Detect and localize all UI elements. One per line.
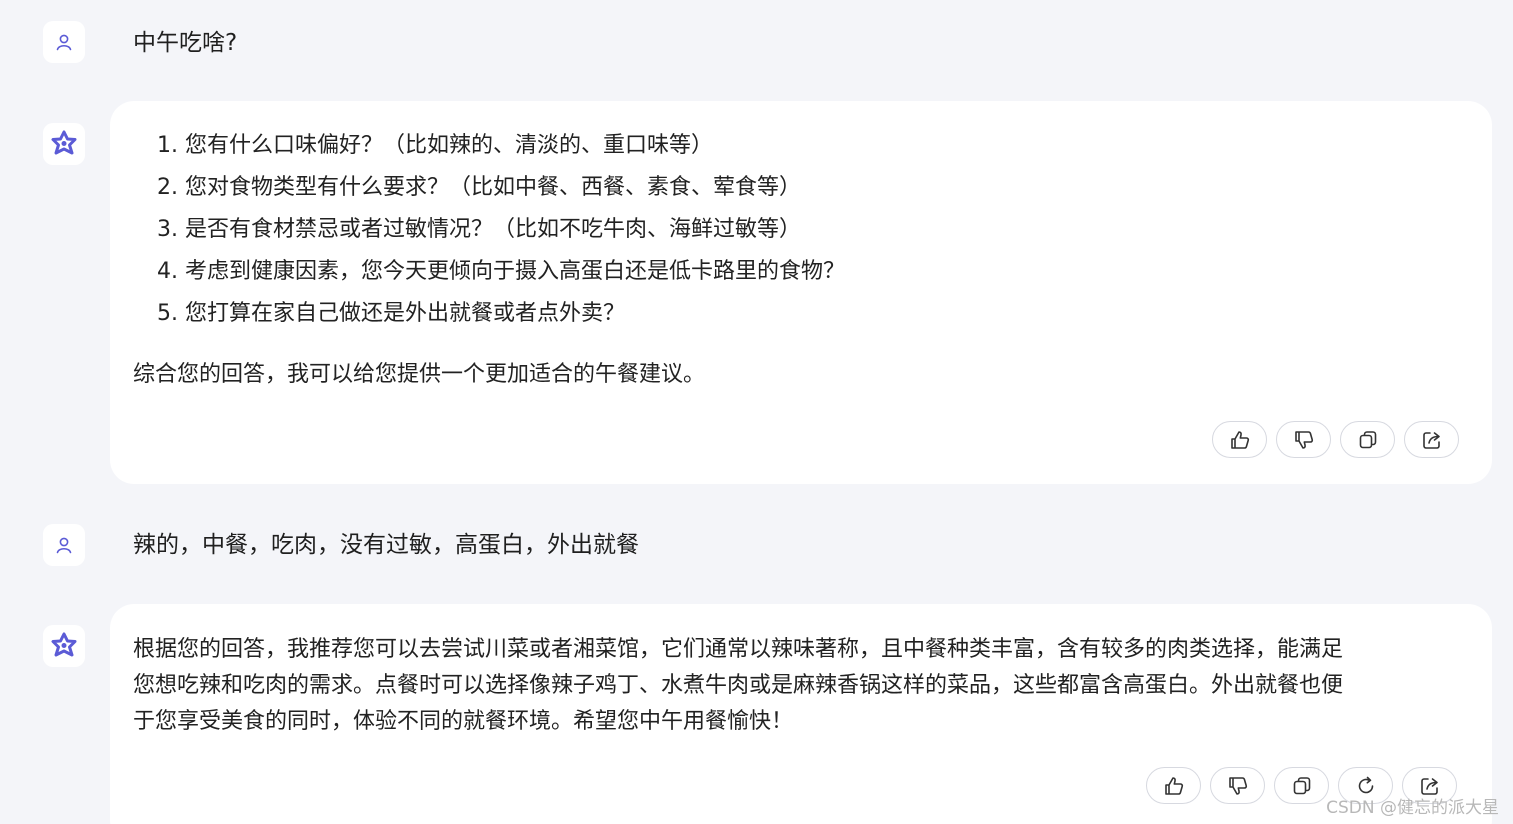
assistant-avatar xyxy=(43,625,85,667)
user-icon xyxy=(56,34,72,51)
share-button[interactable] xyxy=(1404,421,1459,458)
answer-line: 根据您的回答，我推荐您可以去尝试川菜或者湘菜馆，它们通常以辣味著称，且中餐种类丰… xyxy=(133,637,1344,662)
list-item: 2. 您对食物类型有什么要求？（比如中餐、西餐、素食、荤食等） xyxy=(157,175,801,200)
copy-icon xyxy=(1293,776,1310,794)
like-button[interactable] xyxy=(1146,767,1201,804)
watermark: CSDN @健忘的派大星 xyxy=(1326,798,1499,818)
copy-button[interactable] xyxy=(1274,767,1329,804)
assistant-logo-icon xyxy=(51,632,77,657)
like-button[interactable] xyxy=(1212,421,1267,458)
answer-line: 您想吃辣和吃肉的需求。点餐时可以选择像辣子鸡丁、水煮牛肉或是麻辣香锅这样的菜品，… xyxy=(133,673,1344,698)
dislike-button[interactable] xyxy=(1276,421,1331,458)
answer-line: 于您享受美食的同时，体验不同的就餐环境。希望您中午用餐愉快！ xyxy=(133,709,794,734)
assistant-logo-icon xyxy=(51,130,77,155)
user-message: 中午吃啥? xyxy=(133,30,238,56)
user-avatar xyxy=(43,524,85,566)
assistant-answer: 根据您的回答，我推荐您可以去尝试川菜或者湘菜馆，它们通常以辣味著称，且中餐种类丰… xyxy=(133,632,1343,740)
user-message: 辣的，中餐，吃肉，没有过敏，高蛋白，外出就餐 xyxy=(133,532,639,558)
copy-icon xyxy=(1359,430,1376,448)
thumbs-up-icon xyxy=(1164,776,1183,795)
dislike-button[interactable] xyxy=(1210,767,1265,804)
assistant-summary: 综合您的回答，我可以给您提供一个更加适合的午餐建议。 xyxy=(133,362,706,387)
user-avatar xyxy=(43,21,85,63)
thumbs-down-icon xyxy=(1294,430,1313,449)
question-list: 1. 您有什么口味偏好？（比如辣的、清淡的、重口味等） 2. 您对食物类型有什么… xyxy=(157,125,845,335)
list-item: 1. 您有什么口味偏好？（比如辣的、清淡的、重口味等） xyxy=(157,133,713,158)
chat-page: 中午吃啥? 1. 您有什么口味偏好？（比如辣的、清淡的、重口味等） 2. 您对食… xyxy=(0,0,1513,824)
list-item: 5. 您打算在家自己做还是外出就餐或者点外卖？ xyxy=(157,301,625,326)
assistant-avatar xyxy=(43,123,85,165)
thumbs-down-icon xyxy=(1228,776,1247,795)
user-icon xyxy=(56,537,72,554)
list-item: 3. 是否有食材禁忌或者过敏情况？（比如不吃牛肉、海鲜过敏等） xyxy=(157,217,801,242)
list-item: 4. 考虑到健康因素，您今天更倾向于摄入高蛋白还是低卡路里的食物？ xyxy=(157,259,845,284)
message-actions xyxy=(1212,421,1459,458)
share-icon xyxy=(1422,431,1440,449)
copy-button[interactable] xyxy=(1340,421,1395,458)
thumbs-up-icon xyxy=(1230,430,1249,449)
